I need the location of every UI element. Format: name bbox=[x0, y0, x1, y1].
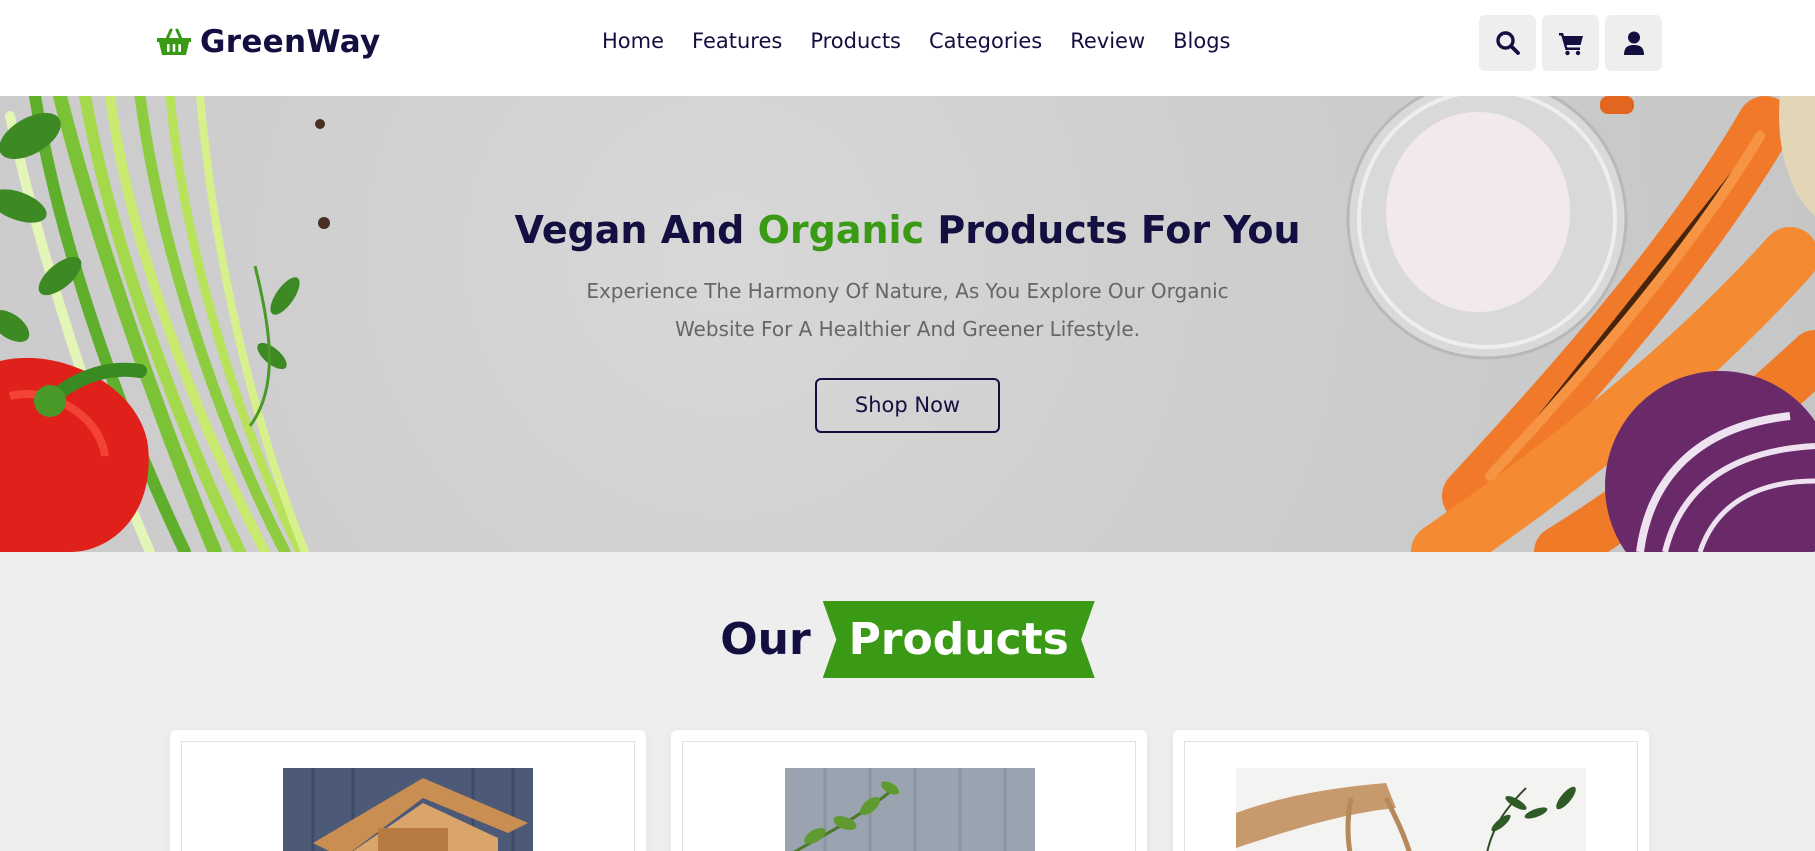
nav-home[interactable]: Home bbox=[602, 29, 664, 53]
search-button[interactable] bbox=[1479, 15, 1536, 71]
user-icon bbox=[1623, 31, 1644, 55]
tote-bag-image bbox=[1236, 768, 1586, 851]
products-heading: Our Products bbox=[0, 601, 1815, 678]
search-icon bbox=[1495, 31, 1520, 55]
nav-products[interactable]: Products bbox=[810, 29, 901, 53]
shopping-basket-icon bbox=[157, 28, 191, 55]
hero-title-accent: Organic bbox=[757, 208, 925, 252]
nav-blogs[interactable]: Blogs bbox=[1173, 29, 1230, 53]
heading-plain: Our bbox=[720, 614, 811, 665]
site-header: GreenWay Home Features Products Categori… bbox=[0, 0, 1815, 96]
brand-name: GreenWay bbox=[200, 24, 381, 60]
user-button[interactable] bbox=[1605, 15, 1662, 71]
hero-subtitle: Experience The Harmony Of Nature, As You… bbox=[586, 278, 1229, 341]
cart-button[interactable] bbox=[1542, 15, 1599, 71]
heading-ribbon-text: Products bbox=[848, 614, 1069, 665]
header-actions bbox=[1479, 15, 1662, 71]
brand-logo[interactable]: GreenWay bbox=[156, 24, 381, 60]
nav-categories[interactable]: Categories bbox=[929, 29, 1042, 53]
nav-features[interactable]: Features bbox=[692, 29, 782, 53]
hero-banner: Vegan And Organic Products For You Exper… bbox=[0, 96, 1815, 552]
product-card[interactable] bbox=[671, 730, 1147, 851]
wooden-birdhouse-image bbox=[283, 768, 533, 851]
hero-content: Vegan And Organic Products For You Exper… bbox=[400, 208, 1415, 433]
plant-wall-image bbox=[785, 768, 1035, 851]
hero-title: Vegan And Organic Products For You bbox=[514, 208, 1301, 252]
product-card[interactable] bbox=[1173, 730, 1649, 851]
cart-icon bbox=[1558, 33, 1583, 56]
nav-review[interactable]: Review bbox=[1070, 29, 1145, 53]
main-nav: Home Features Products Categories Review… bbox=[602, 29, 1231, 53]
heading-ribbon: Products bbox=[822, 601, 1095, 678]
shop-now-button[interactable]: Shop Now bbox=[815, 377, 1000, 433]
product-card[interactable] bbox=[170, 730, 646, 851]
